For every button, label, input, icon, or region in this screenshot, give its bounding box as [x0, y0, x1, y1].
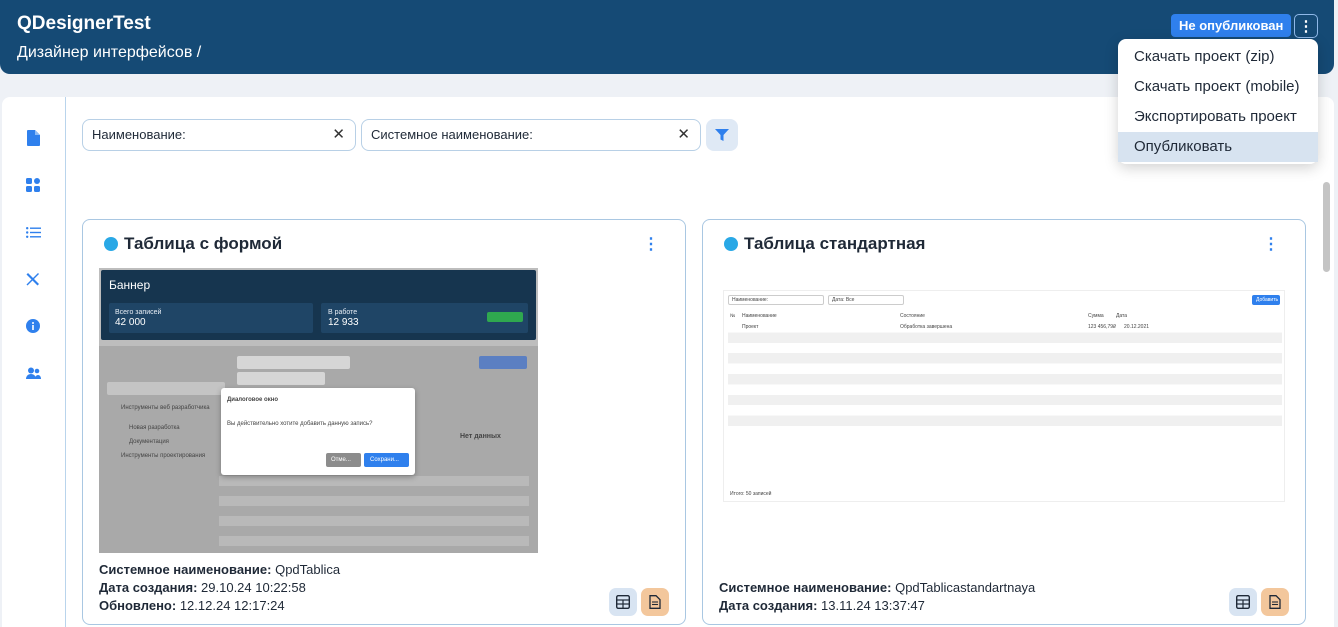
- table-icon: [616, 595, 630, 609]
- status-badge: Не опубликован: [1171, 14, 1292, 37]
- open-document-button[interactable]: [1261, 588, 1289, 616]
- card-preview-image: Наименование: Дата: Все Добавить № Наиме…: [723, 290, 1285, 502]
- created-meta: Дата создания: 13.11.24 13:37:47: [719, 598, 925, 613]
- card-menu-icon[interactable]: ⋮: [1263, 234, 1279, 254]
- system-name-value: QpdTablica: [275, 562, 341, 577]
- system-name-filter-input[interactable]: Системное наименование: ✕: [361, 119, 701, 151]
- filter-icon: [715, 129, 729, 141]
- updated-meta: Обновлено: 12.12.24 12:17:24: [99, 598, 285, 613]
- status-dot: [104, 237, 118, 251]
- menu-item-download-mobile[interactable]: Скачать проект (mobile): [1118, 72, 1318, 102]
- table-icon: [1236, 595, 1250, 609]
- name-filter-label: Наименование:: [92, 127, 186, 142]
- sidebar: [2, 97, 66, 627]
- users-icon[interactable]: [24, 364, 42, 382]
- clear-icon[interactable]: ✕: [332, 120, 345, 150]
- document-icon[interactable]: [24, 129, 42, 147]
- system-name-meta: Системное наименование: QpdTablica: [99, 562, 341, 577]
- list-icon[interactable]: [24, 223, 42, 241]
- document-icon: [1269, 595, 1281, 609]
- open-table-button[interactable]: [1229, 588, 1257, 616]
- card-preview-image: Баннер Всего записей 42 000 В работе 12 …: [99, 268, 538, 553]
- project-card[interactable]: Таблица стандартная ⋮ Наименование: Дата…: [702, 219, 1306, 625]
- document-icon: [649, 595, 661, 609]
- card-title: Таблица стандартная: [744, 234, 926, 253]
- card-menu-icon[interactable]: ⋮: [643, 234, 659, 254]
- open-document-button[interactable]: [641, 588, 669, 616]
- breadcrumb[interactable]: Дизайнер интерфейсов /: [17, 44, 201, 62]
- updated-value: 12.12.24 12:17:24: [179, 598, 285, 613]
- project-dropdown-menu: Скачать проект (zip) Скачать проект (mob…: [1118, 39, 1318, 164]
- created-value: 13.11.24 13:37:47: [821, 598, 925, 613]
- project-card[interactable]: Таблица с формой ⋮ Баннер Всего записей …: [82, 219, 686, 625]
- project-menu-button[interactable]: ⋮: [1294, 14, 1318, 38]
- card-title: Таблица с формой: [124, 234, 283, 253]
- menu-item-publish[interactable]: Опубликовать: [1118, 132, 1318, 162]
- grid-icon[interactable]: [24, 176, 42, 194]
- app-title: QDesignerTest: [17, 13, 151, 34]
- created-meta: Дата создания: 29.10.24 10:22:58: [99, 580, 306, 595]
- tools-icon[interactable]: [24, 270, 42, 288]
- clear-icon[interactable]: ✕: [677, 120, 690, 150]
- created-value: 29.10.24 10:22:58: [201, 580, 306, 595]
- system-name-filter-label: Системное наименование:: [371, 127, 533, 142]
- scrollbar[interactable]: [1323, 182, 1330, 272]
- open-table-button[interactable]: [609, 588, 637, 616]
- filter-button[interactable]: [706, 119, 738, 151]
- status-dot: [724, 237, 738, 251]
- kebab-icon: ⋮: [1298, 18, 1314, 35]
- system-name-meta: Системное наименование: QpdTablicastanda…: [719, 580, 1036, 595]
- menu-item-download-zip[interactable]: Скачать проект (zip): [1118, 42, 1318, 72]
- name-filter-input[interactable]: Наименование: ✕: [82, 119, 356, 151]
- info-icon[interactable]: [24, 317, 42, 335]
- system-name-value: QpdTablicastandartnaya: [895, 580, 1036, 595]
- menu-item-export[interactable]: Экспортировать проект: [1118, 102, 1318, 132]
- main-panel: Наименование: ✕ Системное наименование: …: [2, 97, 1334, 627]
